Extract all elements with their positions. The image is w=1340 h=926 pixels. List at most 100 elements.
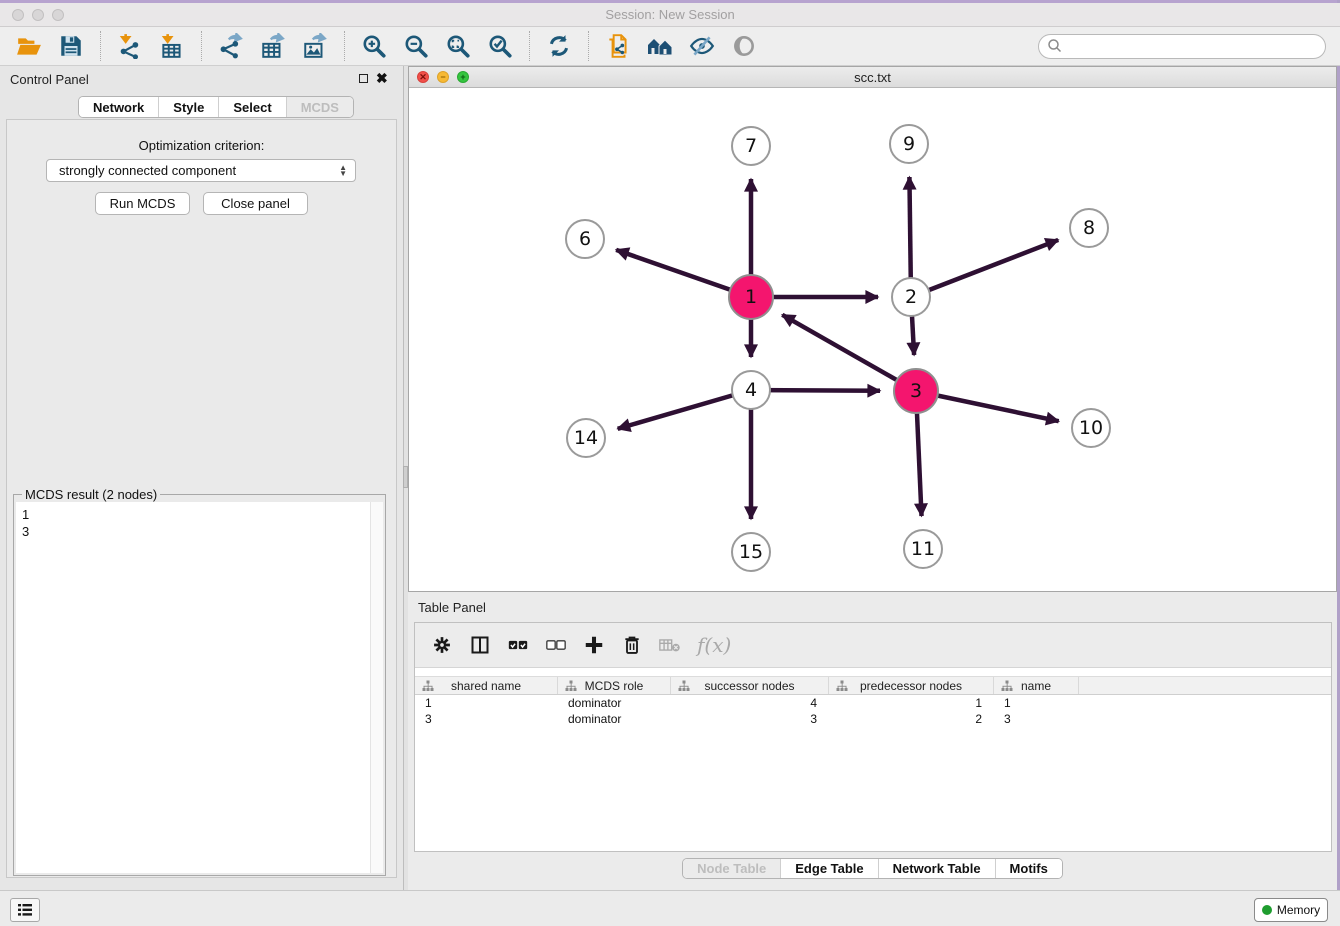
select-all-checkboxes-icon[interactable]: [505, 632, 531, 658]
control-panel-tabs: NetworkStyleSelectMCDS: [78, 96, 354, 118]
graph-node-11[interactable]: 11: [903, 529, 943, 569]
inactive-eye-icon[interactable]: [730, 32, 758, 60]
hide-panel-eye-slash-icon[interactable]: [688, 32, 716, 60]
result-scrollbar[interactable]: [370, 502, 383, 873]
table-tabs: Node TableEdge TableNetwork TableMotifs: [408, 858, 1337, 879]
run-mcds-button[interactable]: Run MCDS: [95, 192, 190, 215]
title-bar: Session: New Session: [0, 3, 1340, 27]
optimization-criterion-label: Optimization criterion:: [7, 138, 396, 153]
tab-mcds[interactable]: MCDS: [286, 97, 353, 117]
network-canvas[interactable]: 7 9 6 8 1 2 4 3 14 10 15 11: [409, 88, 1336, 591]
window-title: Session: New Session: [0, 7, 1340, 22]
network-window: ✕ − + scc.txt 7 9 6 8 1 2 4 3 14 10 15 11: [408, 66, 1337, 592]
delete-table-icon: [657, 632, 683, 658]
import-table-icon[interactable]: [158, 32, 186, 60]
network-overview-houses-icon[interactable]: [646, 32, 674, 60]
graph-edge-2-8[interactable]: [911, 240, 1058, 297]
network-window-titlebar[interactable]: ✕ − + scc.txt: [409, 67, 1336, 88]
table-cell[interactable]: 2: [829, 711, 994, 727]
mcds-result-list[interactable]: 1 3: [16, 502, 383, 873]
add-column-icon[interactable]: [581, 632, 607, 658]
node-table[interactable]: shared nameMCDS rolesuccessor nodesprede…: [415, 676, 1331, 727]
column-header-MCDS-role[interactable]: MCDS role: [558, 677, 671, 694]
tab-select[interactable]: Select: [218, 97, 285, 117]
column-layout-icon[interactable]: [467, 632, 493, 658]
zoom-selected-icon[interactable]: [486, 32, 514, 60]
graph-node-15[interactable]: 15: [731, 532, 771, 572]
export-network-icon[interactable]: [217, 32, 245, 60]
task-history-button[interactable]: [10, 898, 40, 922]
list-icon: [17, 903, 33, 917]
table-cell[interactable]: 1: [829, 695, 994, 711]
graph-node-4[interactable]: 4: [731, 370, 771, 410]
graph-edges: [409, 88, 1336, 591]
save-session-icon[interactable]: [57, 32, 85, 60]
tab-motifs[interactable]: Motifs: [995, 859, 1062, 878]
table-cell[interactable]: 3: [415, 711, 558, 727]
control-panel-float-icon[interactable]: [359, 74, 368, 83]
open-session-icon[interactable]: [15, 32, 43, 60]
import-network-icon[interactable]: [116, 32, 144, 60]
column-header-shared-name[interactable]: shared name: [415, 677, 558, 694]
table-cell[interactable]: 3: [994, 711, 1079, 727]
graph-node-1[interactable]: 1: [728, 274, 774, 320]
network-window-title: scc.txt: [409, 70, 1336, 85]
table-cell[interactable]: 1: [415, 695, 558, 711]
criterion-value: strongly connected component: [59, 163, 236, 178]
function-builder-icon: f(x): [695, 632, 731, 658]
criterion-dropdown[interactable]: strongly connected component ▲▼: [46, 159, 356, 182]
close-panel-button[interactable]: Close panel: [203, 192, 308, 215]
memory-label: Memory: [1277, 903, 1320, 917]
tab-edge-table[interactable]: Edge Table: [780, 859, 877, 878]
toolbar-separator: [529, 31, 530, 61]
graph-node-10[interactable]: 10: [1071, 408, 1111, 448]
control-panel-close-icon[interactable]: ✖: [376, 70, 388, 86]
zoom-out-icon[interactable]: [402, 32, 430, 60]
toolbar-separator: [201, 31, 202, 61]
table-cell[interactable]: 4: [671, 695, 829, 711]
column-header-predecessor-nodes[interactable]: predecessor nodes: [829, 677, 994, 694]
toolbar-separator: [100, 31, 101, 61]
search-box[interactable]: [1038, 34, 1326, 59]
mcds-result-title: MCDS result (2 nodes): [22, 487, 160, 502]
export-table-icon[interactable]: [259, 32, 287, 60]
deselect-all-checkboxes-icon[interactable]: [543, 632, 569, 658]
table-cell[interactable]: 1: [994, 695, 1079, 711]
delete-column-trash-icon[interactable]: [619, 632, 645, 658]
graph-node-9[interactable]: 9: [889, 124, 929, 164]
clone-network-icon[interactable]: [604, 32, 632, 60]
table-header-row[interactable]: shared nameMCDS rolesuccessor nodesprede…: [415, 676, 1331, 695]
refresh-layout-icon[interactable]: [545, 32, 573, 60]
table-cell[interactable]: dominator: [558, 695, 671, 711]
main-toolbar: [0, 27, 1340, 66]
tab-network[interactable]: Network: [79, 97, 158, 117]
control-panel-title: Control Panel: [10, 72, 89, 87]
zoom-fit-icon[interactable]: [444, 32, 472, 60]
table-row[interactable]: 3dominator323: [415, 711, 1331, 727]
zoom-in-icon[interactable]: [360, 32, 388, 60]
graph-node-3[interactable]: 3: [893, 368, 939, 414]
graph-node-7[interactable]: 7: [731, 126, 771, 166]
graph-node-8[interactable]: 8: [1069, 208, 1109, 248]
graph-node-14[interactable]: 14: [566, 418, 606, 458]
mcds-result-group: MCDS result (2 nodes) 1 3: [13, 494, 386, 876]
table-toolbar: f(x): [415, 623, 1331, 668]
column-header-name[interactable]: name: [994, 677, 1079, 694]
table-cell[interactable]: 3: [671, 711, 829, 727]
tab-style[interactable]: Style: [158, 97, 218, 117]
tab-network-table[interactable]: Network Table: [878, 859, 995, 878]
graph-node-6[interactable]: 6: [565, 219, 605, 259]
mcds-panel: Optimization criterion: strongly connect…: [6, 119, 397, 878]
memory-button[interactable]: Memory: [1254, 898, 1328, 922]
column-header-successor-nodes[interactable]: successor nodes: [671, 677, 829, 694]
table-cell[interactable]: dominator: [558, 711, 671, 727]
export-image-icon[interactable]: [301, 32, 329, 60]
dropdown-stepper-icon: ▲▼: [339, 165, 347, 177]
settings-gear-icon[interactable]: [429, 632, 455, 658]
memory-status-icon: [1262, 905, 1272, 915]
table-panel: Table Panel ✖: [408, 592, 1337, 890]
graph-node-2[interactable]: 2: [891, 277, 931, 317]
table-row[interactable]: 1dominator411: [415, 695, 1331, 711]
search-input[interactable]: [1063, 39, 1325, 53]
tab-node-table[interactable]: Node Table: [683, 859, 780, 878]
